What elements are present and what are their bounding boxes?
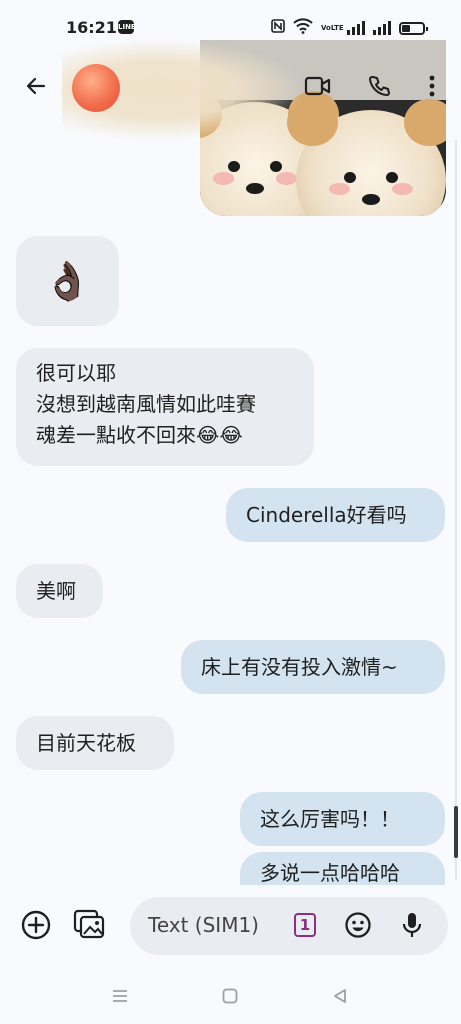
- back-triangle-icon[interactable]: [328, 984, 352, 1008]
- more-vert-icon[interactable]: [414, 68, 450, 104]
- home-icon[interactable]: [218, 984, 242, 1008]
- sim-selector-icon[interactable]: 1: [294, 913, 316, 937]
- message-line: 沒想到越南風情如此哇賽: [36, 392, 256, 416]
- scrollbar-thumb[interactable]: [454, 806, 458, 858]
- message-bubble-incoming[interactable]: 👌🏿: [16, 236, 119, 326]
- emoji-icon[interactable]: [342, 909, 374, 941]
- line-app-icon: LINE: [118, 20, 136, 34]
- mic-icon[interactable]: [396, 909, 428, 941]
- message-bubble-outgoing[interactable]: 床上有没有投入激情~: [181, 640, 445, 694]
- signal-icon: [347, 21, 365, 35]
- back-arrow-icon[interactable]: [18, 68, 54, 104]
- volte-label: VoLTE: [321, 23, 344, 32]
- contact-avatar[interactable]: [72, 64, 120, 112]
- recents-icon[interactable]: [108, 984, 132, 1008]
- message-bubble-outgoing[interactable]: Cinderella好看吗: [226, 488, 445, 542]
- phone-icon[interactable]: [361, 68, 397, 104]
- status-icons: VoLTE: [271, 18, 428, 38]
- add-icon[interactable]: [18, 907, 54, 943]
- battery-icon: [399, 21, 428, 35]
- message-line: 魂差一點收不回來😂😂: [36, 423, 243, 447]
- teddy-bear-image: [287, 98, 446, 216]
- message-bubble-incoming[interactable]: 美啊: [16, 564, 103, 618]
- message-line: 很可以耶: [36, 361, 116, 385]
- wifi-icon: [293, 18, 313, 38]
- message-input[interactable]: Text (SIM1) 1: [130, 897, 448, 955]
- message-bubble-incoming[interactable]: 很可以耶 沒想到越南風情如此哇賽 魂差一點收不回來😂😂: [16, 348, 314, 466]
- message-bubble-outgoing[interactable]: 多说一点哈哈哈: [240, 852, 445, 885]
- status-time: 16:21: [66, 18, 117, 37]
- message-bubble-incoming[interactable]: 目前天花板: [16, 716, 174, 770]
- signal-icon: [373, 21, 391, 35]
- gallery-icon[interactable]: [72, 907, 108, 943]
- nfc-icon: [271, 19, 285, 37]
- message-bubble-outgoing[interactable]: 这么厉害吗！！: [240, 792, 445, 846]
- scroll-track: [455, 140, 457, 880]
- video-call-icon[interactable]: [300, 68, 336, 104]
- message-input-placeholder: Text (SIM1): [148, 913, 259, 937]
- message-composer: Text (SIM1) 1: [0, 885, 461, 965]
- system-nav-bar: [0, 968, 461, 1024]
